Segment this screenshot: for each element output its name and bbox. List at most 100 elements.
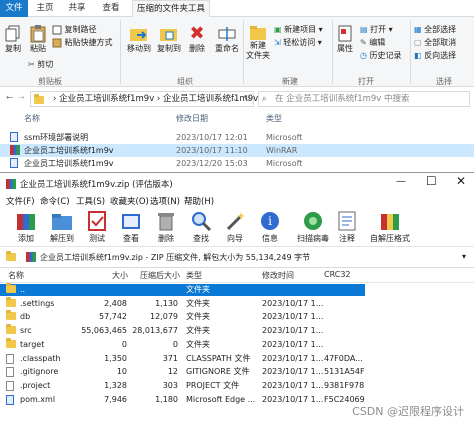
- menu-tools[interactable]: 工具(S): [76, 195, 105, 207]
- file-row[interactable]: ssm环境部署说明 2023/10/17 12:01 Microsoft: [0, 131, 474, 144]
- chevron-down-icon: ▾: [317, 38, 322, 47]
- tab-view[interactable]: 查看: [98, 0, 124, 17]
- copy-path-button[interactable]: 复制路径: [52, 24, 97, 35]
- menu-file[interactable]: 文件(F): [6, 195, 35, 207]
- wizard-button[interactable]: 向导: [218, 210, 252, 244]
- properties-button[interactable]: 属性: [334, 25, 356, 54]
- delete-archive-button[interactable]: 删除: [149, 210, 183, 244]
- sfx-archive-icon: [379, 210, 401, 232]
- test-button[interactable]: 测试: [80, 210, 114, 244]
- up-folder-icon[interactable]: [6, 251, 16, 262]
- properties-icon: [338, 25, 352, 42]
- copy-button[interactable]: 复制: [2, 25, 24, 54]
- column-header-type[interactable]: 类型: [266, 113, 282, 124]
- tab-share[interactable]: 共享: [64, 0, 90, 17]
- column-header-name[interactable]: 名称: [24, 113, 40, 124]
- column-header-modified[interactable]: 修改日期: [176, 113, 208, 124]
- table-row[interactable]: .classpath 1,350 371 CLASSPATH 文件 2023/1…: [0, 353, 474, 365]
- file-type: Microsoft: [266, 133, 303, 142]
- add-archive-icon: [15, 210, 37, 232]
- comment-button[interactable]: 注释: [330, 210, 364, 244]
- row-crc: 47F0DA...: [324, 353, 363, 363]
- menu-commands[interactable]: 命令(C): [40, 195, 70, 207]
- minimize-icon[interactable]: —: [396, 176, 406, 187]
- edit-icon: ✎: [360, 38, 367, 47]
- add-button[interactable]: 添加: [9, 210, 43, 244]
- column-header-name[interactable]: 名称: [8, 270, 24, 281]
- open-button[interactable]: ▤ 打开 ▾: [360, 24, 393, 35]
- select-group-label: 选择: [436, 77, 452, 86]
- sfx-button[interactable]: 自解压格式: [368, 210, 412, 244]
- divider: [410, 20, 411, 84]
- row-type: 文件夹: [186, 312, 210, 322]
- file-row[interactable]: 企业员工培训系统f1m9v 2023/12/20 15:03 Microsoft: [0, 157, 474, 170]
- extract-to-button[interactable]: 解压到: [45, 210, 79, 244]
- move-to-button[interactable]: 移动到: [124, 25, 154, 54]
- paste-shortcut-button[interactable]: 粘贴快捷方式: [52, 37, 113, 48]
- virus-scan-button[interactable]: 扫描病毒: [294, 210, 332, 244]
- table-row[interactable]: .gitignore 10 12 GITIGNORE 文件 2023/10/17…: [0, 366, 474, 378]
- new-folder-button[interactable]: 新建 文件夹: [246, 25, 270, 61]
- select-all-button[interactable]: ▦ 全部选择: [414, 24, 456, 35]
- select-all-label: 全部选择: [424, 25, 457, 34]
- row-packed: 12,079: [150, 312, 178, 322]
- edit-label: 编辑: [369, 38, 386, 47]
- menu-options[interactable]: 选项(N): [150, 195, 180, 207]
- select-none-button[interactable]: ▢ 全部取消: [414, 37, 456, 48]
- column-header-modified[interactable]: 修改时间: [262, 270, 294, 281]
- edit-button[interactable]: ✎ 编辑: [360, 37, 385, 48]
- breadcrumb-item[interactable]: 企业员工培训系统f1m9v: [59, 94, 154, 104]
- row-size: 57,742: [99, 312, 127, 322]
- address-field[interactable]: › 企业员工培训系统f1m9v › 企业员工培训系统f1m9v ⌄ ↻: [30, 91, 258, 108]
- column-header-packed[interactable]: 压缩后大小: [140, 270, 180, 281]
- winrar-window: 企业员工培训系统f1m9v.zip (评估版本) — ☐ ✕ 文件(F) 命令(…: [0, 172, 474, 425]
- tab-file[interactable]: 文件: [0, 0, 28, 17]
- row-packed: 1,180: [155, 394, 178, 404]
- clipboard-icon: [30, 25, 46, 43]
- chevron-down-icon[interactable]: ▾: [462, 252, 466, 261]
- history-button[interactable]: ◷ 历史记录: [360, 50, 402, 61]
- watermark: CSDN @迟限程序设计: [352, 405, 464, 418]
- refresh-icon[interactable]: ↻: [244, 92, 251, 106]
- table-row[interactable]: db 57,742 12,079 文件夹 2023/10/17 1...: [0, 310, 474, 323]
- file-date: 2023/10/17 12:01: [176, 133, 248, 142]
- column-header-size[interactable]: 大小: [112, 270, 128, 281]
- table-row[interactable]: .settings 2,408 1,130 文件夹 2023/10/17 1..…: [0, 296, 474, 310]
- cut-button[interactable]: ✂ 剪切: [28, 59, 53, 70]
- column-header-crc32[interactable]: CRC32: [324, 270, 351, 279]
- tab-compressed-folder-tools[interactable]: 压缩的文件夹工具: [132, 0, 210, 18]
- easy-access-button[interactable]: ⇲ 轻松访问 ▾: [274, 37, 322, 48]
- row-name: .classpath: [20, 353, 61, 363]
- info-button[interactable]: i 信息: [253, 210, 287, 244]
- file-row[interactable]: 企业员工培训系统f1m9v 2023/10/17 11:10 WinRAR: [0, 144, 474, 157]
- copy-path-label: 复制路径: [64, 25, 97, 34]
- forward-arrow-icon[interactable]: →: [18, 93, 25, 102]
- maximize-icon[interactable]: ☐: [426, 174, 437, 188]
- copy-label: 复制: [5, 44, 21, 53]
- find-button[interactable]: 查找: [184, 210, 218, 244]
- menu-favorites[interactable]: 收藏夹(O): [110, 195, 149, 207]
- table-row[interactable]: target 0 0 文件夹 2023/10/17 1...: [0, 337, 474, 351]
- column-header-type[interactable]: 类型: [186, 270, 202, 281]
- view-button[interactable]: 查看: [114, 210, 148, 244]
- menu-help[interactable]: 帮助(H): [184, 195, 214, 207]
- copy-to-button[interactable]: 复制到: [154, 25, 184, 54]
- paste-button[interactable]: 粘贴: [26, 25, 50, 54]
- new-item-icon: ▣: [274, 25, 282, 34]
- folder-icon: [34, 94, 44, 108]
- back-arrow-icon[interactable]: ←: [6, 93, 13, 102]
- chevron-down-icon[interactable]: ⌄: [232, 92, 239, 106]
- chevron-down-icon: ▾: [318, 25, 323, 34]
- invert-selection-button[interactable]: ◧ 反向选择: [414, 50, 456, 61]
- close-icon[interactable]: ✕: [456, 174, 466, 188]
- table-row[interactable]: .. 文件夹: [0, 283, 365, 297]
- svg-text:i: i: [268, 214, 272, 228]
- tab-home[interactable]: 主页: [32, 0, 58, 17]
- table-row[interactable]: src 55,063,465 28,013,677 文件夹 2023/10/17…: [0, 324, 474, 337]
- delete-button[interactable]: ✖ 删除: [185, 25, 209, 54]
- table-row[interactable]: .project 1,328 303 PROJECT 文件 2023/10/17…: [0, 380, 474, 392]
- cut-label: 剪切: [37, 60, 54, 69]
- new-item-button[interactable]: ▣ 新建项目 ▾: [274, 24, 323, 35]
- rename-button[interactable]: 重命名: [212, 25, 242, 54]
- search-input[interactable]: ⌕ 在 企业员工培训系统f1m9v 中搜索: [258, 91, 470, 107]
